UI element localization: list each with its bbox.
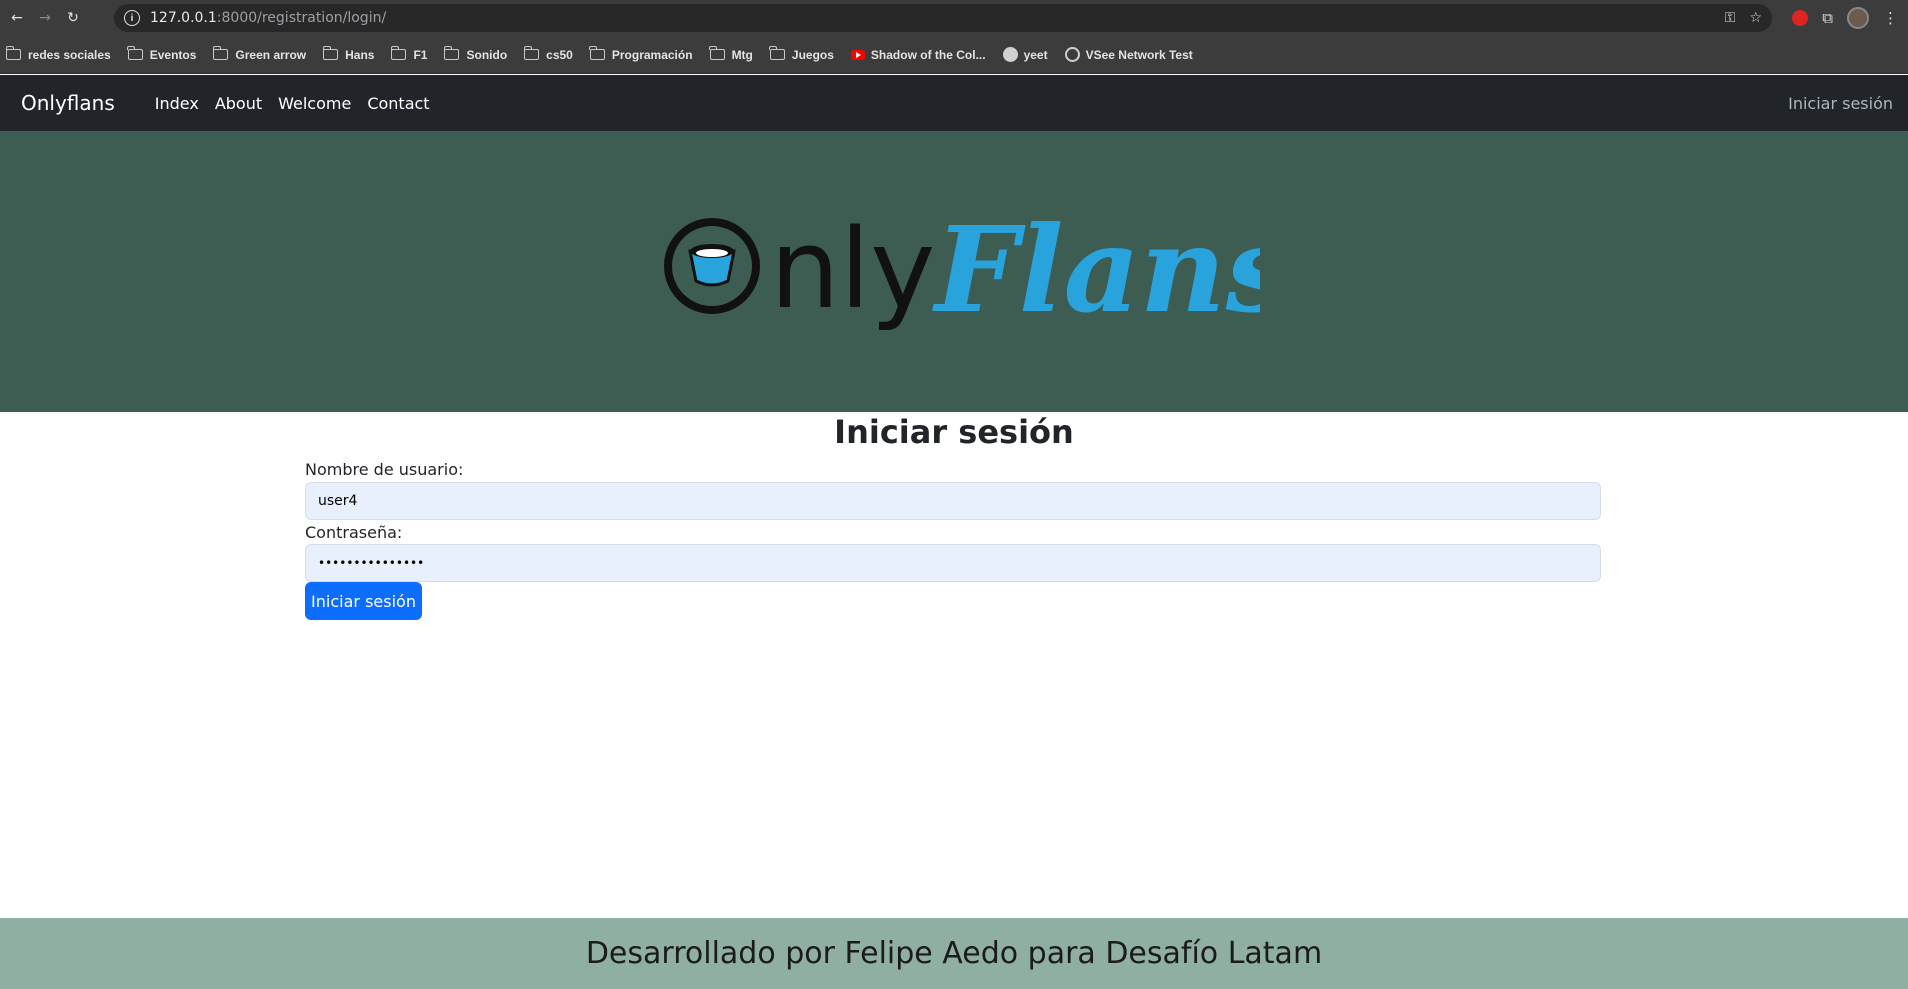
url-host: 127.0.0.1 [150, 10, 217, 26]
bookmark-label: Shadow of the Col... [870, 47, 986, 62]
hero-banner: nly Flans [0, 131, 1908, 412]
bookmark-label: Eventos [149, 47, 197, 62]
site-navbar: Onlyflans Index About Welcome Contact In… [0, 75, 1908, 131]
bookmark-item[interactable]: Juegos [769, 46, 834, 62]
bookmark-label: Programación [611, 47, 693, 62]
nav-login-link[interactable]: Iniciar sesión [1788, 94, 1893, 113]
bookmark-item[interactable]: Hans [322, 46, 375, 62]
password-input[interactable]: ••••••••••••••• [305, 544, 1601, 582]
bookmark-item[interactable]: Shadow of the Col... [850, 47, 986, 62]
folder-icon [5, 46, 21, 60]
username-label: Nombre de usuario: [305, 460, 464, 479]
bookmark-label: F1 [413, 47, 428, 62]
folder-icon [212, 46, 229, 60]
bookmark-item[interactable]: Programación [589, 46, 693, 62]
reload-icon[interactable]: ↻ [62, 7, 84, 29]
github-icon [1002, 47, 1018, 62]
nav-links: Index About Welcome Contact [155, 94, 430, 113]
folder-icon [322, 46, 339, 60]
bookmark-label: Green arrow [235, 47, 307, 62]
password-key-icon[interactable]: ⚿ [1725, 10, 1736, 26]
nav-link-about[interactable]: About [215, 94, 262, 113]
bookmark-item[interactable]: VSee Network Test [1064, 47, 1193, 62]
folder-icon [127, 46, 143, 60]
bookmark-item[interactable]: cs50 [523, 46, 573, 62]
onlyflans-logo: nly Flans [664, 200, 1260, 339]
bookmark-label: Sonido [466, 47, 508, 62]
bookmark-star-icon[interactable]: ☆ [1749, 10, 1762, 26]
bookmark-label: Hans [345, 47, 375, 62]
folder-icon [523, 46, 540, 60]
youtube-icon [850, 49, 865, 60]
profile-avatar[interactable] [1847, 7, 1869, 29]
username-input[interactable]: user4 [305, 482, 1601, 520]
login-submit-button[interactable]: Iniciar sesión [305, 582, 422, 620]
extension-icon[interactable] [1792, 10, 1809, 26]
url-text[interactable]: 127.0.0.1:8000/registration/login/ [150, 10, 386, 26]
footer-text: Desarrollado por Felipe Aedo para Desafí… [585, 936, 1323, 971]
bookmark-label: yeet [1023, 47, 1048, 62]
nav-link-welcome[interactable]: Welcome [278, 94, 351, 113]
footer: Desarrollado por Felipe Aedo para Desafí… [0, 918, 1908, 989]
logo-script-text: Flans [932, 200, 1260, 339]
nav-link-contact[interactable]: Contact [367, 94, 429, 113]
bookmark-label: Juegos [791, 47, 834, 62]
bookmark-label: Mtg [731, 47, 753, 62]
address-bar[interactable]: i 127.0.0.1:8000/registration/login/ ⚿ ☆ [114, 4, 1772, 32]
extensions-puzzle-icon[interactable]: ⧉ [1822, 9, 1833, 27]
bookmark-label: VSee Network Test [1085, 47, 1193, 62]
password-label: Contraseña: [305, 523, 403, 542]
folder-icon [769, 46, 785, 60]
forward-icon[interactable]: → [34, 7, 56, 29]
back-icon[interactable]: ← [6, 7, 28, 29]
folder-icon [390, 46, 407, 60]
folder-icon [709, 46, 725, 60]
navbar-brand[interactable]: Onlyflans [21, 91, 115, 115]
bookmark-item[interactable]: yeet [1002, 47, 1048, 62]
folder-icon [443, 46, 460, 60]
globe-icon [1064, 47, 1080, 62]
login-title: Iniciar sesión [834, 413, 1074, 451]
bookmark-label: redes sociales [28, 47, 111, 62]
bookmark-label: cs50 [546, 47, 573, 62]
bookmark-item[interactable]: Sonido [443, 46, 508, 62]
bookmark-item[interactable]: F1 [390, 46, 428, 62]
browser-toolbar: ← → ↻ i 127.0.0.1:8000/registration/logi… [0, 0, 1908, 36]
bookmark-item[interactable]: Green arrow [212, 46, 307, 62]
nav-link-index[interactable]: Index [155, 94, 199, 113]
logo-dark-text: nly [770, 205, 935, 333]
bookmark-item[interactable]: redes sociales [5, 46, 111, 62]
folder-icon [589, 46, 605, 60]
bookmark-item[interactable]: Eventos [127, 46, 197, 62]
bookmark-item[interactable]: Mtg [709, 46, 753, 62]
menu-icon[interactable]: ⋮ [1883, 9, 1898, 27]
bookmarks-bar: redes sociales Eventos Green arrow Hans … [0, 36, 1908, 74]
url-path: :8000/registration/login/ [216, 10, 387, 26]
site-info-icon[interactable]: i [124, 10, 140, 26]
